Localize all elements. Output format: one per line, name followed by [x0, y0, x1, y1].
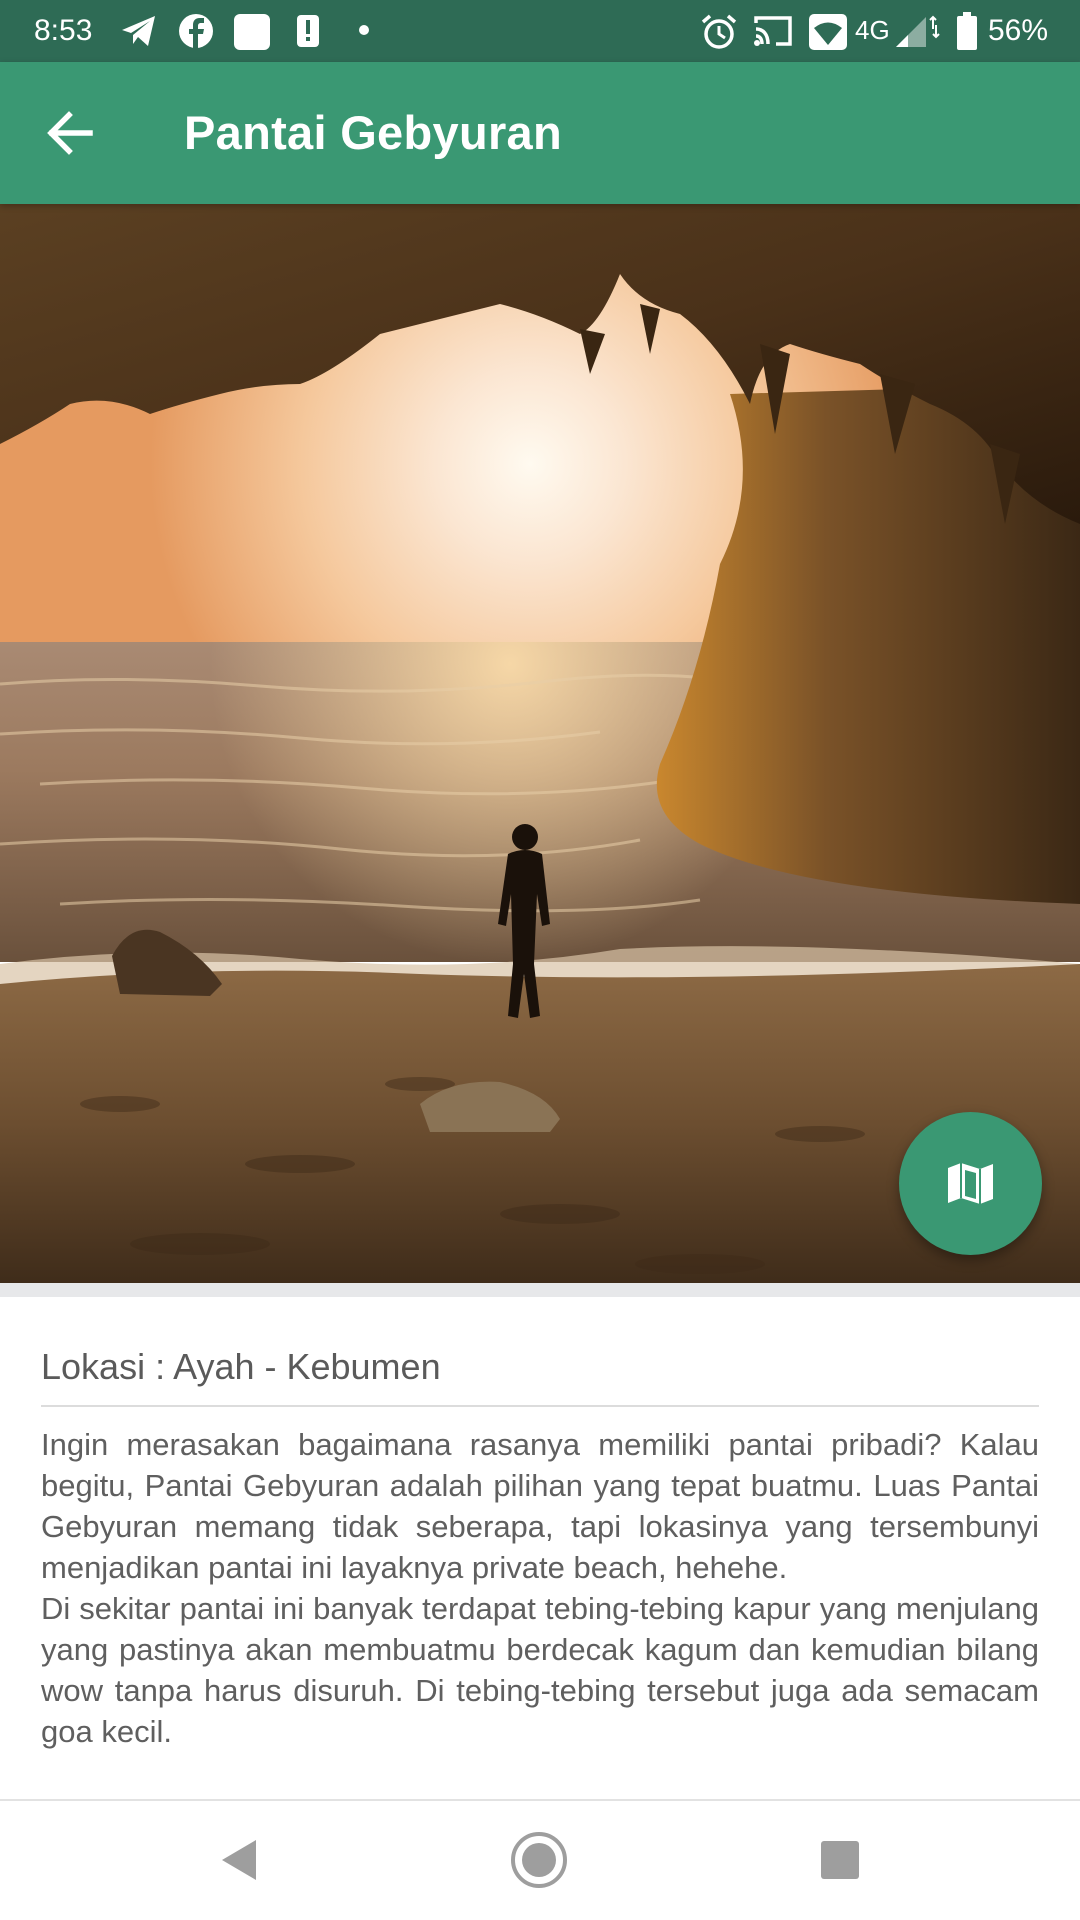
page-title: Pantai Gebyuran — [184, 106, 562, 159]
telegram-icon — [122, 16, 155, 46]
beach-cave-sunset-photo — [0, 204, 1080, 1283]
dot-icon — [359, 25, 369, 35]
signal-icon — [896, 15, 940, 47]
facebook-icon — [179, 14, 213, 48]
recents-square-icon[interactable] — [820, 1840, 860, 1880]
battery-percent: 56% — [988, 14, 1049, 47]
home-circle-icon[interactable] — [509, 1830, 569, 1890]
description-text: Ingin merasakan bagaimana rasanya memili… — [41, 1427, 1039, 1749]
status-time: 8:53 — [34, 14, 93, 47]
alert-icon — [297, 15, 319, 47]
alarm-icon — [701, 14, 737, 49]
wifi-icon — [809, 14, 847, 50]
map-button[interactable] — [899, 1112, 1042, 1255]
back-triangle-icon[interactable] — [216, 1836, 262, 1884]
network-type: 4G — [855, 15, 890, 45]
cast-icon — [754, 16, 792, 46]
image-divider — [0, 1283, 1080, 1297]
battery-icon — [957, 12, 977, 50]
location-text: Lokasi : Ayah - Kebumen — [41, 1346, 441, 1387]
map-icon — [948, 1163, 993, 1204]
arrow-back-icon — [47, 111, 93, 155]
app-bar: Pantai Gebyuran — [0, 62, 1080, 204]
divider — [41, 1405, 1039, 1407]
back-button[interactable] — [38, 100, 104, 166]
navigation-bar — [0, 1799, 1080, 1920]
status-bar: 8:53 4G 56% — [0, 0, 1080, 62]
notification-square-icon — [234, 14, 270, 50]
hero-image — [0, 204, 1080, 1283]
